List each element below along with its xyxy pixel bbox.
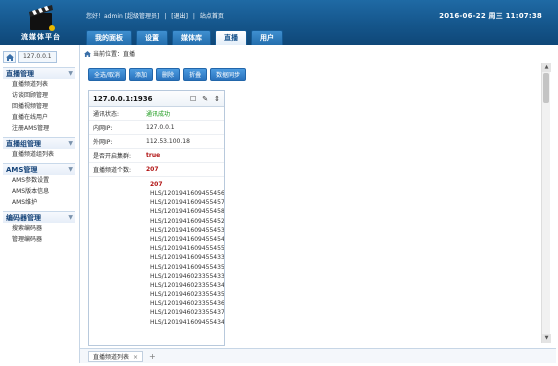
clapperboard-icon bbox=[29, 5, 55, 31]
chevron-down-icon: ▼ bbox=[68, 214, 73, 221]
vertical-scrollbar[interactable]: ▲ ▼ bbox=[541, 63, 551, 343]
chevron-down-icon: ▼ bbox=[68, 70, 73, 77]
greeting: 您好！admin [超级管理员] bbox=[86, 13, 160, 20]
list-item: HLS/1201941609455455 bbox=[150, 245, 225, 253]
info-value: true bbox=[146, 152, 161, 159]
data-sync-button[interactable]: 数据同步 bbox=[210, 68, 247, 81]
sidebar-item-ams-maintenance[interactable]: AMS维护 bbox=[3, 197, 75, 208]
info-value: 112.53.100.18 bbox=[146, 138, 190, 145]
list-item: HLS/1201941609455458 bbox=[150, 208, 225, 216]
delete-button[interactable]: 删除 bbox=[156, 68, 181, 81]
chevron-down-icon: ▼ bbox=[68, 166, 73, 173]
info-value: 127.0.0.1 bbox=[146, 124, 175, 131]
sidebar-item-ams-version[interactable]: AMS版本信息 bbox=[3, 186, 75, 197]
server-card: 127.0.0.1:1936 ☐ ✎ ⇕ 通讯状态: 通讯成功 内网IP: 12… bbox=[88, 90, 225, 346]
sidebar-item-channel-group-list[interactable]: 直播频道组列表 bbox=[3, 149, 75, 160]
sidebar-group-live-groups: 直播组管理 ▼ 直播频道组列表 bbox=[3, 137, 75, 160]
scroll-up-arrow-icon[interactable]: ▲ bbox=[542, 63, 551, 72]
list-item: HLS/1201941609455457 bbox=[150, 199, 225, 207]
sidebar-group-head[interactable]: 直播组管理 ▼ bbox=[3, 137, 75, 149]
server-card-title: 127.0.0.1:1936 bbox=[93, 94, 153, 103]
list-item: HLS/1201946023355435 bbox=[150, 291, 225, 299]
channel-list: 207 HLS/1201941609455456 HLS/12019416094… bbox=[89, 177, 224, 327]
sidebar-item-search-encoder[interactable]: 搜索编码器 bbox=[3, 223, 75, 234]
sidebar-item-interview-review[interactable]: 访谈回顾管理 bbox=[3, 90, 75, 101]
tab-users[interactable]: 用户 bbox=[251, 30, 283, 45]
app-header: 流媒体平台 您好！admin [超级管理员] | [退出] | 站点首页 201… bbox=[0, 0, 558, 45]
sidebar-item-online-users[interactable]: 直播在线用户 bbox=[3, 112, 75, 123]
add-tab-icon[interactable]: + bbox=[149, 352, 156, 361]
list-item: HLS/1201946023355433 bbox=[150, 272, 225, 280]
info-row: 外网IP: 112.53.100.18 bbox=[89, 135, 224, 149]
tab-settings[interactable]: 设置 bbox=[136, 30, 168, 45]
info-label: 外网IP: bbox=[93, 139, 113, 146]
info-row: 是否开启集群: true bbox=[89, 149, 224, 163]
server-card-header: 127.0.0.1:1936 ☐ ✎ ⇕ bbox=[89, 91, 224, 107]
info-row: 通讯状态: 通讯成功 bbox=[89, 107, 224, 121]
channel-count: 207 bbox=[150, 181, 163, 188]
sidebar: 127.0.0.1 直播管理 ▼ 直播频道列表 访谈回顾管理 回播视频管理 直播在… bbox=[3, 50, 75, 362]
sidebar-item-ams-params[interactable]: AMS参数设置 bbox=[3, 175, 75, 186]
sidebar-group-head[interactable]: 直播管理 ▼ bbox=[3, 67, 75, 79]
add-button[interactable]: 添加 bbox=[129, 68, 154, 81]
edit-icon[interactable]: ✎ bbox=[202, 95, 208, 103]
info-label: 内网IP: bbox=[93, 125, 113, 132]
app-logo[interactable]: 流媒体平台 bbox=[6, 2, 76, 44]
info-value: 通讯成功 bbox=[146, 111, 171, 118]
sidebar-group-ams: AMS管理 ▼ AMS参数设置 AMS版本信息 AMS维护 bbox=[3, 163, 75, 208]
breadcrumb-text: 当前位置：直播 bbox=[93, 51, 136, 58]
sidebar-item-register-ams[interactable]: 注册AMS管理 bbox=[3, 123, 75, 134]
list-item: HLS/1201941609455456 bbox=[150, 190, 225, 197]
sidebar-item-channel-list[interactable]: 直播频道列表 bbox=[3, 79, 75, 90]
home-icon bbox=[84, 50, 91, 57]
sidebar-group-head[interactable]: AMS管理 ▼ bbox=[3, 163, 75, 175]
chevron-down-icon: ▼ bbox=[68, 140, 73, 147]
main-content: 当前位置：直播 全选/取消 添加 删除 折叠 数据同步 127.0.0.1:19… bbox=[79, 45, 556, 363]
tab-live[interactable]: 直播 bbox=[215, 30, 247, 45]
checkbox-icon[interactable]: ☐ bbox=[190, 95, 196, 103]
list-item: HLS/1201946023355434 bbox=[150, 281, 225, 289]
info-row: 直播频道个数: 207 bbox=[89, 163, 224, 177]
list-item: HLS/1201941609455453 bbox=[150, 226, 225, 234]
breadcrumb: 当前位置：直播 bbox=[84, 49, 135, 58]
bottom-tabbar: 直播频道列表 × + bbox=[80, 348, 556, 363]
list-item: HLS/1201941609455452 bbox=[150, 217, 225, 225]
toolbar: 全选/取消 添加 删除 折叠 数据同步 bbox=[88, 68, 247, 81]
datetime: 2016-06-22 周三 11:07:38 bbox=[439, 12, 542, 20]
info-label: 是否开启集群: bbox=[93, 153, 132, 160]
main-nav: 我的面板 设置 媒体库 直播 用户 bbox=[86, 30, 283, 45]
sort-icon[interactable]: ⇕ bbox=[214, 95, 220, 103]
scrollbar-thumb[interactable] bbox=[543, 73, 549, 103]
home-icon bbox=[5, 53, 14, 61]
scroll-down-arrow-icon[interactable]: ▼ bbox=[542, 334, 551, 343]
sidebar-group-encoder: 编码器管理 ▼ 搜索编码器 管理编码器 bbox=[3, 211, 75, 245]
select-all-button[interactable]: 全选/取消 bbox=[88, 68, 127, 81]
info-label: 直播频道个数: bbox=[93, 167, 132, 174]
sidebar-item-manage-encoder[interactable]: 管理编码器 bbox=[3, 234, 75, 245]
home-button[interactable] bbox=[3, 51, 16, 63]
tab-channel-list[interactable]: 直播频道列表 × bbox=[88, 350, 144, 362]
sidebar-item-replay-video[interactable]: 回播视频管理 bbox=[3, 101, 75, 112]
user-info: 您好！admin [超级管理员] | [退出] | 站点首页 bbox=[86, 13, 224, 20]
tab-media-library[interactable]: 媒体库 bbox=[172, 30, 211, 45]
info-row: 内网IP: 127.0.0.1 bbox=[89, 121, 224, 135]
site-home-link[interactable]: 站点首页 bbox=[200, 13, 224, 20]
sidebar-group-live: 直播管理 ▼ 直播频道列表 访谈回顾管理 回播视频管理 直播在线用户 注册AMS管… bbox=[3, 67, 75, 134]
list-item: HLS/1201941609455434 bbox=[150, 318, 225, 326]
app-name: 流媒体平台 bbox=[21, 33, 61, 41]
list-item: HLS/1201941609455435 bbox=[150, 263, 225, 271]
info-value: 207 bbox=[146, 166, 159, 173]
close-icon[interactable]: × bbox=[133, 354, 138, 361]
server-ip-button[interactable]: 127.0.0.1 bbox=[18, 51, 57, 63]
logout-link[interactable]: [退出] bbox=[171, 13, 188, 20]
list-item: HLS/1201946023355436 bbox=[150, 300, 225, 308]
info-label: 通讯状态: bbox=[93, 111, 120, 118]
sidebar-group-head[interactable]: 编码器管理 ▼ bbox=[3, 211, 75, 223]
list-item: HLS/1201941609455454 bbox=[150, 235, 225, 243]
collapse-button[interactable]: 折叠 bbox=[183, 68, 208, 81]
tab-my-panel[interactable]: 我的面板 bbox=[86, 30, 132, 45]
list-item: HLS/1201946023355437 bbox=[150, 309, 225, 317]
list-item: HLS/1201941609455433 bbox=[150, 254, 225, 262]
